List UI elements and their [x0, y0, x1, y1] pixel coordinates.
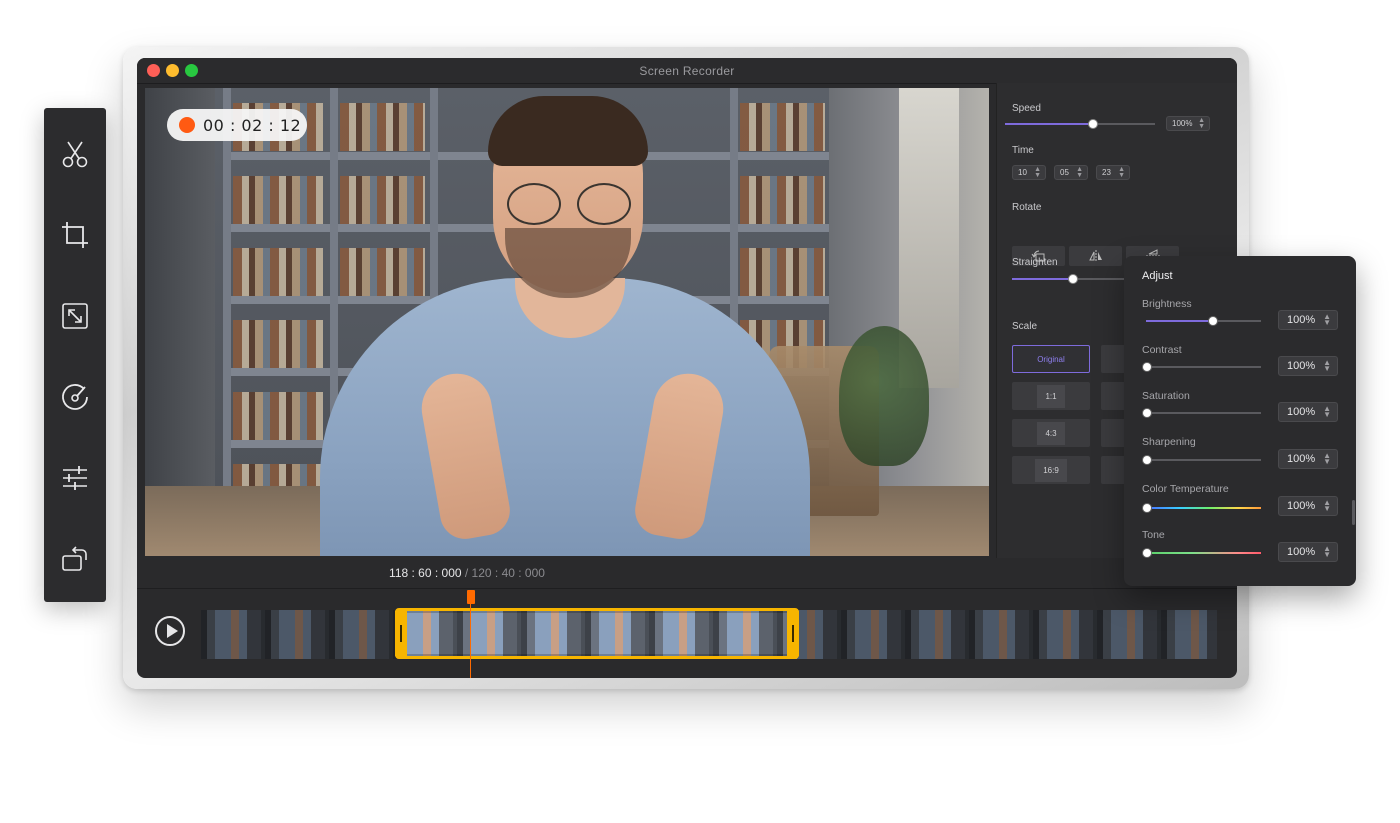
sharpening-slider-knob[interactable] [1142, 455, 1152, 465]
flip-horizontal-icon [1088, 250, 1102, 262]
tone-input[interactable]: 100% ▲ ▼ [1278, 542, 1338, 562]
timeline-time-readout: 118 : 60 : 000 / 120 : 40 : 000 [137, 566, 797, 580]
contrast-label: Contrast [1142, 344, 1182, 356]
color-temperature-slider[interactable] [1142, 503, 1261, 513]
total-duration: / 120 : 40 : 000 [461, 566, 545, 580]
rotate-icon [62, 546, 87, 571]
straighten-slider-knob[interactable] [1068, 274, 1078, 284]
contrast-input[interactable]: 100% ▲ ▼ [1278, 356, 1338, 376]
trim-start-handle[interactable] [395, 611, 407, 656]
rotate-label: Rotate [1012, 202, 1042, 213]
record-dot-icon [179, 117, 195, 133]
scale-4-3-button[interactable]: 4:3 [1012, 419, 1090, 447]
scale-16-9-button[interactable]: 16:9 [1012, 456, 1090, 484]
contrast-slider-knob[interactable] [1142, 362, 1152, 372]
recording-timer: 00 : 02 : 12 [203, 115, 302, 135]
scale-label: Scale [1012, 321, 1038, 332]
flip-horizontal-button[interactable] [1069, 246, 1122, 266]
saturation-slider-knob[interactable] [1142, 408, 1152, 418]
time-label: Time [1012, 145, 1034, 156]
resize-icon [62, 303, 88, 329]
sharpening-slider[interactable] [1142, 455, 1261, 465]
video-preview[interactable]: 00 : 02 : 12 [145, 88, 989, 556]
recording-indicator: 00 : 02 : 12 [167, 109, 307, 141]
tone-slider[interactable] [1142, 548, 1261, 558]
trim-selection[interactable] [395, 608, 799, 659]
brightness-slider[interactable] [1146, 316, 1261, 326]
adjust-title: Adjust [1142, 270, 1173, 282]
trim-end-handle[interactable] [787, 611, 799, 656]
speed-input[interactable]: 100% ▲ ▼ [1166, 116, 1210, 131]
stepper-icon: ▲ ▼ [1323, 312, 1331, 327]
straighten-label: Straighten [1012, 257, 1058, 268]
sharpening-label: Sharpening [1142, 436, 1196, 448]
brightness-slider-knob[interactable] [1207, 316, 1218, 326]
adjust-sliders-icon [63, 466, 87, 490]
scale-original-button[interactable]: Original [1012, 345, 1090, 373]
speed-slider[interactable] [1005, 119, 1155, 129]
speed-label: Speed [1012, 103, 1041, 114]
window-title: Screen Recorder [639, 64, 735, 78]
color-temperature-input[interactable]: 100% ▲ ▼ [1278, 496, 1338, 516]
speed-icon [62, 384, 88, 410]
adjust-panel-scrollbar[interactable] [1352, 500, 1355, 525]
speed-slider-knob[interactable] [1088, 119, 1098, 129]
straighten-slider[interactable] [1012, 274, 1132, 284]
current-time: 118 : 60 : 000 [389, 566, 462, 580]
stepper-icon: ▲ ▼ [1198, 117, 1205, 130]
adjust-tool-button[interactable] [55, 458, 95, 498]
color-temperature-label: Color Temperature [1142, 483, 1229, 495]
brightness-input[interactable]: 100% ▲ ▼ [1278, 310, 1338, 330]
contrast-slider[interactable] [1142, 362, 1261, 372]
time-minutes-input[interactable]: 05 ▲ ▼ [1054, 165, 1088, 180]
play-button[interactable] [155, 616, 185, 646]
crop-icon [62, 222, 88, 248]
tone-slider-knob[interactable] [1142, 548, 1152, 558]
rotate-tool-button[interactable] [55, 539, 95, 579]
adjust-panel: Adjust Brightness 100% ▲ ▼ Contrast 100% ▲ ▼… [1124, 256, 1356, 586]
title-bar: Screen Recorder [137, 58, 1237, 84]
time-hours-input[interactable]: 10 ▲ ▼ [1012, 165, 1046, 180]
resize-tool-button[interactable] [55, 296, 95, 336]
app-window: Screen Recorder 00: 02: 12 Speed 100% … [137, 58, 1237, 678]
scale-1-1-button[interactable]: 1:1 [1012, 382, 1090, 410]
tool-sidebar [44, 108, 106, 602]
saturation-input[interactable]: 100% ▲ ▼ [1278, 402, 1338, 422]
trim-tool-button[interactable] [55, 134, 95, 174]
speed-tool-button[interactable] [55, 377, 95, 417]
tone-label: Tone [1142, 529, 1165, 541]
color-temperature-slider-knob[interactable] [1142, 503, 1152, 513]
time-seconds-input[interactable]: 23 ▲ ▼ [1096, 165, 1130, 180]
saturation-label: Saturation [1142, 390, 1190, 402]
crop-tool-button[interactable] [55, 215, 95, 255]
brightness-label: Brightness [1142, 298, 1192, 310]
sharpening-input[interactable]: 100% ▲ ▼ [1278, 449, 1338, 469]
playhead-handle[interactable] [467, 590, 475, 604]
saturation-slider[interactable] [1142, 408, 1261, 418]
scissors-icon [62, 141, 88, 168]
